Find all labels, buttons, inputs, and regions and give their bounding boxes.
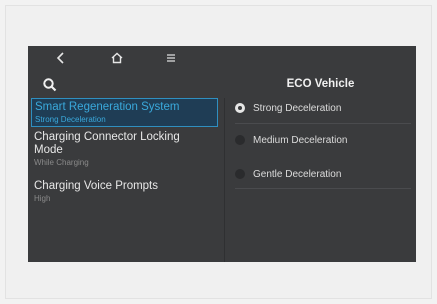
settings-list: Smart Regeneration System Strong Deceler…: [28, 98, 224, 262]
list-item-title: Smart Regeneration System: [35, 101, 180, 113]
top-bar: [28, 46, 416, 70]
menu-button[interactable]: [162, 49, 180, 67]
radio-selected-icon: [235, 103, 245, 113]
list-item-title: Charging Voice Prompts: [34, 180, 159, 192]
options-pane: ECO Vehicle Strong Deceleration Medium D…: [225, 70, 416, 262]
list-item-subtitle: High: [34, 194, 51, 203]
option-label: Medium Deceleration: [253, 134, 348, 146]
back-button[interactable]: [52, 49, 70, 67]
radio-unselected-icon: [235, 169, 245, 179]
list-item-voice-prompts[interactable]: Charging Voice Prompts High: [31, 180, 218, 208]
option-medium-deceleration[interactable]: Medium Deceleration: [235, 127, 411, 153]
options-title: ECO Vehicle: [286, 78, 355, 90]
list-item-subtitle: While Charging: [34, 158, 89, 167]
option-strong-deceleration[interactable]: Strong Deceleration: [235, 95, 411, 121]
option-label: Strong Deceleration: [253, 102, 342, 114]
option-gentle-deceleration[interactable]: Gentle Deceleration: [235, 161, 411, 187]
home-button[interactable]: [108, 49, 126, 67]
list-item-title: Charging Connector Locking Mode: [34, 131, 180, 156]
search-icon: [43, 78, 57, 92]
radio-unselected-icon: [235, 135, 245, 145]
list-item-smart-regeneration[interactable]: Smart Regeneration System Strong Deceler…: [31, 98, 218, 127]
list-item-charging-connector[interactable]: Charging Connector Locking Mode While Ch…: [31, 131, 218, 171]
list-item-subtitle: Strong Deceleration: [35, 115, 106, 124]
chevron-left-icon: [56, 52, 64, 64]
infotainment-screen: Smart Regeneration System Strong Deceler…: [28, 46, 416, 262]
menu-icon: [167, 54, 175, 62]
option-label: Gentle Deceleration: [253, 168, 342, 180]
option-divider: [235, 188, 411, 189]
option-divider: [235, 123, 411, 124]
home-icon: [111, 52, 123, 64]
search-button[interactable]: [42, 77, 62, 97]
